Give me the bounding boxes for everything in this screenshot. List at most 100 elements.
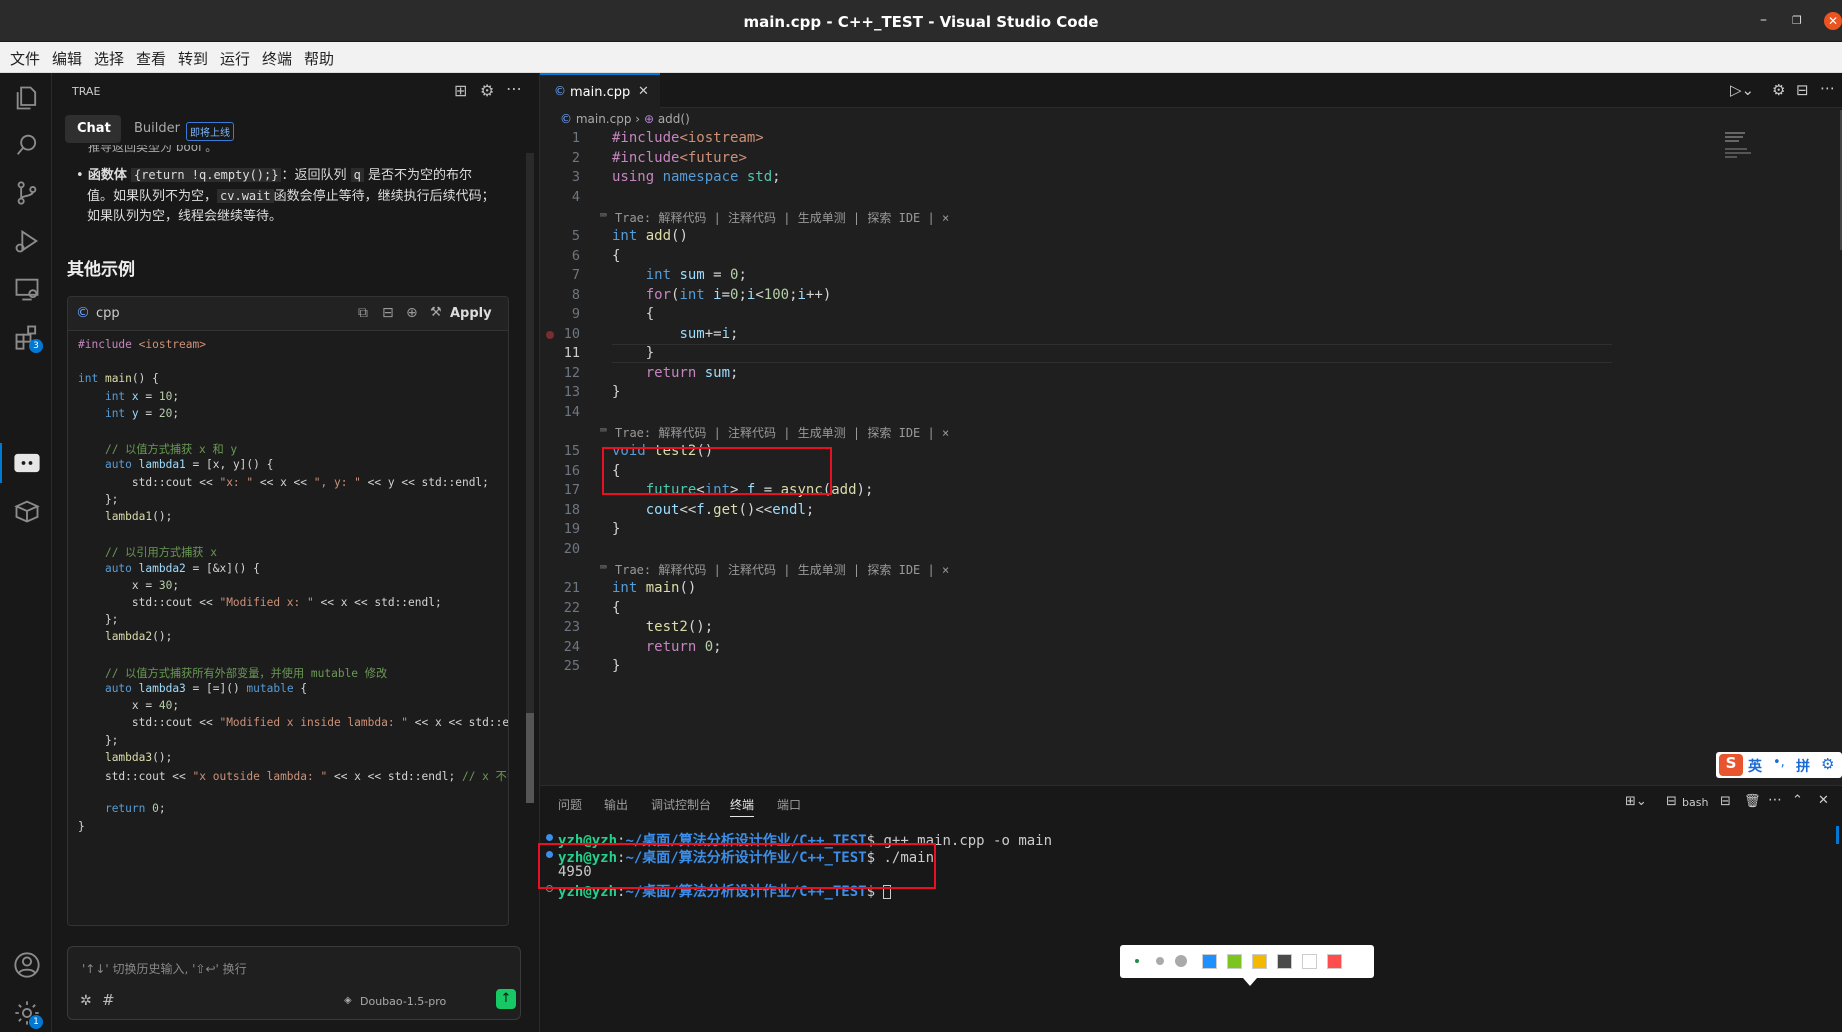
code-token: ;	[730, 325, 739, 342]
ime-mode[interactable]: 拼	[1796, 756, 1810, 776]
chat-input-box[interactable]: '↑↓' 切换历史输入, '⇧↩' 换行 ✲ # ◈ Doubao-1.5-pr…	[67, 946, 521, 1020]
code-lens[interactable]: Trae: 解释代码 | 注释代码 | 生成单测 | 探索 IDE | × ⌨	[600, 209, 949, 226]
code-line: }	[612, 521, 620, 537]
hash-icon[interactable]: #	[102, 991, 115, 1009]
settings-gear-icon[interactable]: 1	[13, 999, 43, 1029]
gear-icon[interactable]: ⚙	[480, 81, 494, 100]
more-icon[interactable]: ⋯	[506, 79, 522, 98]
code-token: x =	[78, 578, 159, 592]
more-icon[interactable]: ⋯	[1768, 792, 1782, 808]
pen-size-large[interactable]	[1175, 955, 1187, 967]
code-lens[interactable]: Trae: 解释代码 | 注释代码 | 生成单测 | 探索 IDE | × ⌨	[600, 424, 949, 441]
tab-builder[interactable]: Builder	[134, 121, 180, 136]
line-number: 12	[563, 364, 580, 381]
minimize-button[interactable]: –	[1760, 12, 1767, 28]
color-swatch[interactable]	[1277, 954, 1292, 969]
menu-file[interactable]: 文件	[10, 48, 40, 69]
code-token: = [x, y]() {	[185, 458, 274, 472]
code-lens[interactable]: Trae: 解释代码 | 注释代码 | 生成单测 | 探索 IDE | × ⌨	[600, 561, 949, 578]
tab-main-cpp[interactable]: © main.cpp ✕	[540, 73, 660, 108]
close-tab-icon[interactable]: ✕	[638, 84, 649, 99]
new-terminal-icon[interactable]: ⊞⌄	[1625, 794, 1647, 809]
code-token: 0	[152, 802, 159, 816]
menu-view[interactable]: 查看	[136, 48, 166, 69]
color-swatch[interactable]	[1227, 954, 1242, 969]
menu-terminal[interactable]: 终端	[262, 48, 292, 69]
code-token: ()<<	[738, 501, 773, 518]
restore-button[interactable]: ❐	[1792, 14, 1802, 27]
code-editor[interactable]: 1 #include<iostream> 2 #include<future> 3 usi…	[540, 130, 1720, 674]
code-token: = [=]()	[185, 682, 247, 695]
menu-run[interactable]: 运行	[220, 48, 250, 69]
search-icon[interactable]	[13, 131, 41, 159]
more-icon[interactable]: ⋯	[1820, 79, 1835, 97]
code-line: int add()	[612, 228, 688, 244]
gear-icon[interactable]: ⚙	[1772, 81, 1785, 99]
trae-chat-icon[interactable]	[13, 449, 41, 477]
code-token: {	[612, 306, 655, 322]
code-line: cout<<f.get()<<endl;	[612, 501, 815, 518]
code-token: test2	[645, 619, 688, 635]
code-token: <<	[679, 501, 697, 518]
close-panel-icon[interactable]: ✕	[1818, 793, 1829, 808]
package-icon[interactable]	[13, 497, 41, 525]
menu-go[interactable]: 转到	[178, 48, 208, 69]
breadcrumb-file[interactable]: main.cpp	[576, 112, 632, 126]
trash-icon[interactable]: 🗑	[1744, 794, 1761, 809]
minimap[interactable]	[1725, 130, 1755, 180]
line-number: 22	[563, 599, 580, 616]
source-control-icon[interactable]	[13, 179, 41, 207]
color-swatch[interactable]	[1302, 954, 1317, 969]
maximize-panel-icon[interactable]: ⌃	[1792, 793, 1803, 808]
menu-selection[interactable]: 选择	[94, 48, 124, 69]
ime-gear-icon[interactable]: ⚙	[1821, 755, 1834, 773]
files-icon[interactable]	[13, 84, 41, 112]
send-button[interactable]: ↑	[496, 989, 516, 1009]
code-token: ++)	[805, 286, 832, 303]
tab-problems[interactable]: 问题	[558, 796, 582, 813]
menu-help[interactable]: 帮助	[304, 48, 334, 69]
breadcrumb-symbol[interactable]: add()	[658, 112, 690, 126]
new-file-icon[interactable]: ⊕	[406, 305, 418, 321]
apply-icon: ⚒	[430, 305, 442, 320]
close-window-button[interactable]: ✕	[1824, 12, 1842, 30]
color-swatch[interactable]	[1252, 954, 1267, 969]
pen-size-medium[interactable]	[1156, 957, 1164, 965]
shell-name[interactable]: bash	[1682, 796, 1708, 809]
tab-ports[interactable]: 端口	[777, 796, 801, 813]
tab-terminal[interactable]: 终端	[730, 796, 755, 817]
tab-output[interactable]: 输出	[604, 796, 628, 813]
side-scrollbar[interactable]	[526, 153, 534, 803]
extensions-icon[interactable]: 3	[13, 323, 43, 353]
tab-debug-console[interactable]: 调试控制台	[651, 796, 711, 813]
annotation-color-toolbar	[1120, 945, 1374, 986]
copy-icon[interactable]: ⧉	[358, 305, 368, 321]
ime-toolbar[interactable]: S 英 •, 拼 ⚙	[1716, 752, 1842, 778]
code-token: x =	[78, 699, 159, 713]
color-swatch[interactable]	[1202, 954, 1217, 969]
new-chat-icon[interactable]: ⊞	[454, 81, 467, 100]
magic-icon[interactable]: ✲	[80, 993, 92, 1009]
code-token: <iostream>	[679, 130, 764, 146]
ime-lang[interactable]: 英	[1748, 756, 1762, 776]
run-icon[interactable]: ▷⌄	[1730, 81, 1754, 99]
ime-punct[interactable]: •,	[1773, 755, 1785, 770]
line-number: 25	[563, 658, 580, 674]
split-editor-icon[interactable]: ⊟	[1796, 81, 1809, 99]
insert-icon[interactable]: ⊟	[382, 305, 394, 321]
apply-button[interactable]: Apply	[450, 306, 492, 321]
code-token: ;	[172, 578, 180, 592]
account-icon[interactable]	[13, 951, 41, 979]
code-token: ;	[172, 699, 180, 713]
model-selector[interactable]: Doubao-1.5-pro	[360, 995, 446, 1008]
tab-chat[interactable]: Chat	[65, 115, 121, 143]
menu-edit[interactable]: 编辑	[52, 48, 82, 69]
code-token: sum	[679, 325, 705, 342]
remote-explorer-icon[interactable]	[13, 275, 41, 303]
run-debug-icon[interactable]	[13, 227, 41, 255]
pen-size-small[interactable]	[1135, 959, 1139, 963]
color-swatch[interactable]	[1327, 954, 1342, 969]
split-terminal-icon[interactable]: ⊟	[1720, 794, 1731, 809]
